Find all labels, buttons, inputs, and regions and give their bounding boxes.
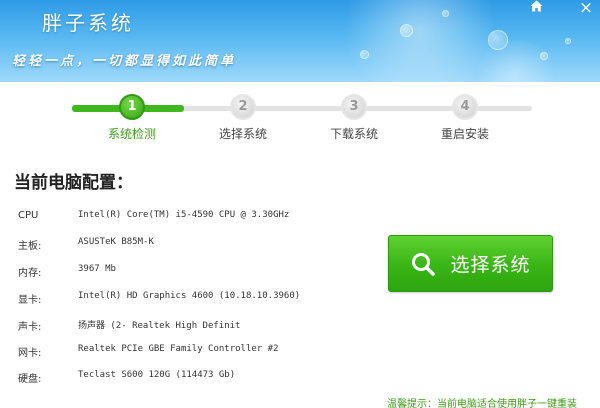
select-system-label: 选择系统 xyxy=(450,254,531,276)
close-icon: × xyxy=(578,0,594,18)
close-button[interactable]: × xyxy=(574,0,598,18)
config-key: 声卡: xyxy=(18,322,42,333)
tip-text: 温馨提示：当前电脑适合使用胖子一键重装 xyxy=(387,395,577,408)
step-number: 2 xyxy=(230,94,256,120)
step-label: 下载系统 xyxy=(329,127,378,141)
config-value: Teclast S600 120G (114473 Gb) xyxy=(78,370,236,380)
bubble-decoration xyxy=(442,10,449,17)
progress-steps: 1 系统检测 2 选择系统 3 下载系统 4 重启安装 xyxy=(72,94,532,154)
step-label: 系统检测 xyxy=(107,127,156,141)
config-key: 主板: xyxy=(18,241,42,252)
search-icon xyxy=(412,252,436,276)
config-key: CPU xyxy=(18,210,39,221)
bubble-decoration xyxy=(565,38,571,44)
config-value: Realtek PCIe GBE Family Controller #2 xyxy=(78,344,279,354)
bubble-decoration xyxy=(540,52,548,60)
config-value: 扬声器 (2- Realtek High Definit xyxy=(78,321,241,331)
step-number: 1 xyxy=(119,94,145,120)
step-system-check[interactable]: 1 系统检测 xyxy=(82,94,182,142)
config-key: 硬盘: xyxy=(18,374,42,385)
tip-prefix: 温馨提示： xyxy=(387,399,437,408)
step-number: 4 xyxy=(452,94,478,120)
step-number: 3 xyxy=(341,94,367,120)
step-select-system[interactable]: 2 选择系统 xyxy=(193,94,293,142)
step-download-system[interactable]: 3 下载系统 xyxy=(304,94,404,142)
config-value: 3967 Mb xyxy=(78,264,116,274)
tip-message: 当前电脑适合使用胖子一键重装 xyxy=(437,399,577,408)
config-key: 显卡: xyxy=(18,295,42,306)
config-title: 当前电脑配置： xyxy=(14,173,133,193)
step-restart-install[interactable]: 4 重启安装 xyxy=(415,94,515,142)
app-title: 胖子系统 xyxy=(42,11,134,35)
app-slogan: 轻轻一点，一切都显得如此简单 xyxy=(12,54,237,69)
home-button[interactable] xyxy=(524,0,548,18)
select-system-button[interactable]: 选择系统 xyxy=(388,235,553,292)
step-label: 重启安装 xyxy=(440,127,489,141)
home-icon xyxy=(530,0,542,12)
config-key: 内存: xyxy=(18,268,42,279)
bubble-decoration xyxy=(488,30,508,50)
config-value: Intel(R) Core(TM) i5-4590 CPU @ 3.30GHz xyxy=(78,210,290,220)
header-banner: 胖子系统 轻轻一点，一切都显得如此简单 × xyxy=(0,0,600,82)
config-value: Intel(R) HD Graphics 4600 (10.18.10.3960… xyxy=(78,291,301,301)
bubble-decoration xyxy=(400,24,413,37)
config-key: 网卡: xyxy=(18,348,42,359)
step-label: 选择系统 xyxy=(218,127,267,141)
config-value: ASUSTeK B85M-K xyxy=(78,237,154,247)
bubble-decoration xyxy=(360,50,369,59)
